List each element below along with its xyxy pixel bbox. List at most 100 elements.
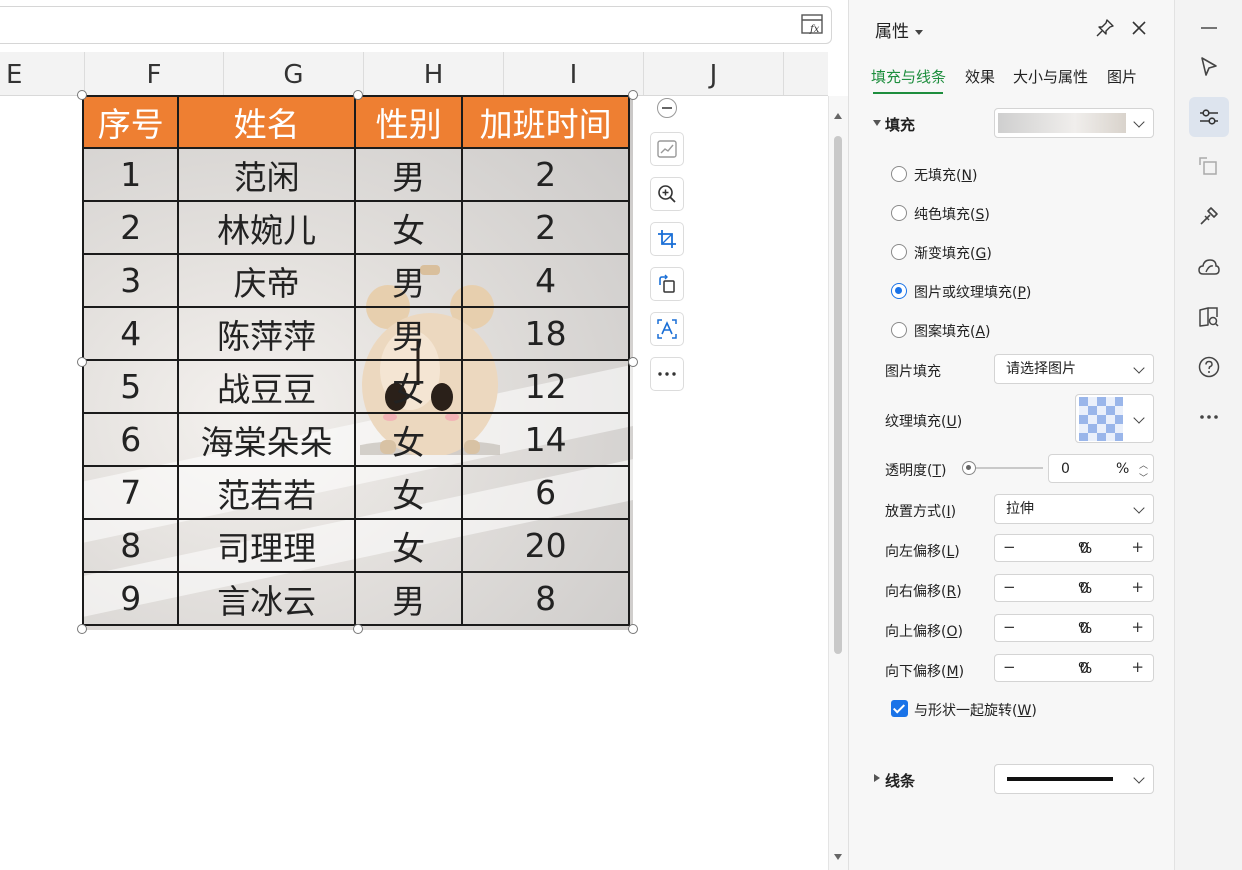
collapse-triangle-icon[interactable] bbox=[873, 120, 881, 126]
radio-label-no-fill[interactable]: 无填充(N) bbox=[914, 165, 977, 185]
table-cell[interactable]: 言冰云 bbox=[177, 571, 356, 626]
radio-solid-fill[interactable] bbox=[891, 205, 907, 221]
table-cell[interactable]: 女 bbox=[353, 359, 464, 414]
column-header-i[interactable]: I bbox=[504, 52, 644, 95]
column-header-g[interactable]: G bbox=[224, 52, 364, 95]
table-cell[interactable]: 男 bbox=[353, 571, 464, 626]
transparency-slider-thumb[interactable] bbox=[962, 461, 976, 475]
minus-icon[interactable]: − bbox=[1003, 538, 1016, 556]
table-cell[interactable]: 7 bbox=[81, 465, 180, 520]
table-shape[interactable]: 序号 姓名 性别 加班时间 1 范闲男 2 2 林婉儿女 2 3 庆帝男 4 4 陈萍萍男 18… bbox=[77, 90, 638, 634]
table-cell[interactable]: 女 bbox=[353, 200, 464, 255]
table-cell[interactable]: 范若若 bbox=[177, 465, 356, 520]
table-cell[interactable]: 庆帝 bbox=[177, 253, 356, 308]
table-cell[interactable]: 8 bbox=[461, 571, 630, 626]
fill-section-title[interactable]: 填充 bbox=[885, 114, 915, 135]
placement-dropdown[interactable]: 拉伸 bbox=[994, 494, 1154, 524]
table-cell[interactable]: 男 bbox=[353, 306, 464, 361]
cloud-icon[interactable] bbox=[1197, 255, 1221, 279]
style-brush-icon[interactable] bbox=[1197, 204, 1221, 228]
offset-right-stepper[interactable]: − 0 % + bbox=[994, 574, 1154, 602]
table-header-cell[interactable]: 姓名 bbox=[177, 95, 356, 149]
rotate-with-shape-label[interactable]: 与形状一起旋转(W) bbox=[914, 700, 1037, 720]
table-cell[interactable]: 4 bbox=[461, 253, 630, 308]
plus-icon[interactable]: + bbox=[1131, 538, 1144, 556]
chart-button[interactable] bbox=[650, 132, 684, 166]
table-cell[interactable]: 9 bbox=[81, 571, 180, 626]
radio-gradient-fill[interactable] bbox=[891, 244, 907, 260]
table-cell[interactable]: 20 bbox=[461, 518, 630, 573]
scroll-up-icon[interactable] bbox=[834, 113, 842, 119]
offset-down-stepper[interactable]: − 0 % + bbox=[994, 654, 1154, 682]
plus-icon[interactable]: + bbox=[1131, 578, 1144, 596]
properties-icon[interactable] bbox=[1197, 105, 1221, 129]
spin-down-icon[interactable]: ﹀ bbox=[1139, 465, 1148, 493]
text-style-button[interactable] bbox=[650, 312, 684, 346]
table-cell[interactable]: 5 bbox=[81, 359, 180, 414]
table-cell[interactable]: 女 bbox=[353, 412, 464, 467]
table-cell[interactable]: 女 bbox=[353, 465, 464, 520]
column-header-h[interactable]: H bbox=[364, 52, 504, 95]
table-cell[interactable]: 3 bbox=[81, 253, 180, 308]
offset-up-stepper[interactable]: − 0 % + bbox=[994, 614, 1154, 642]
tab-size-and-properties[interactable]: 大小与属性 bbox=[1013, 66, 1088, 87]
table-cell[interactable]: 8 bbox=[81, 518, 180, 573]
scroll-thumb[interactable] bbox=[834, 136, 842, 654]
scroll-down-icon[interactable] bbox=[834, 854, 842, 860]
radio-label-picture-texture-fill[interactable]: 图片或纹理填充(P) bbox=[914, 282, 1031, 302]
resize-handle-bottom-left[interactable] bbox=[77, 624, 87, 634]
plus-icon[interactable]: + bbox=[1131, 618, 1144, 636]
table-header-cell[interactable]: 性别 bbox=[353, 95, 464, 149]
transparency-input[interactable]: 0 % ︿ ﹀ bbox=[1048, 454, 1154, 484]
resize-handle-bottom[interactable] bbox=[353, 624, 363, 634]
table-cell[interactable]: 陈萍萍 bbox=[177, 306, 356, 361]
more-icon[interactable] bbox=[1197, 405, 1221, 429]
expand-triangle-icon[interactable] bbox=[874, 774, 880, 782]
column-header-e[interactable]: E bbox=[0, 52, 85, 95]
close-icon[interactable] bbox=[1130, 19, 1148, 37]
line-style-dropdown[interactable] bbox=[994, 764, 1154, 794]
table-cell[interactable]: 12 bbox=[461, 359, 630, 414]
table-cell[interactable]: 18 bbox=[461, 306, 630, 361]
pin-icon[interactable] bbox=[1095, 18, 1115, 38]
table-cell[interactable]: 战豆豆 bbox=[177, 359, 356, 414]
texture-fill-dropdown[interactable] bbox=[1075, 394, 1154, 443]
fx-icon[interactable]: fx bbox=[801, 14, 823, 36]
table-cell[interactable]: 男 bbox=[353, 253, 464, 308]
crop-button[interactable] bbox=[650, 222, 684, 256]
more-button[interactable] bbox=[650, 357, 684, 391]
tab-picture[interactable]: 图片 bbox=[1107, 66, 1137, 87]
resize-handle-left[interactable] bbox=[77, 357, 87, 367]
table-cell[interactable]: 海棠朵朵 bbox=[177, 412, 356, 467]
table-cell[interactable]: 4 bbox=[81, 306, 180, 361]
minus-icon[interactable]: − bbox=[1003, 578, 1016, 596]
column-header-f[interactable]: F bbox=[85, 52, 224, 95]
radio-no-fill[interactable] bbox=[891, 166, 907, 182]
table-cell[interactable]: 6 bbox=[461, 465, 630, 520]
column-header-j[interactable]: J bbox=[644, 52, 784, 95]
panel-title[interactable]: 属性 bbox=[875, 17, 923, 42]
resize-handle-bottom-right[interactable] bbox=[628, 624, 638, 634]
radio-pattern-fill[interactable] bbox=[891, 322, 907, 338]
table-cell[interactable]: 女 bbox=[353, 518, 464, 573]
formula-bar[interactable]: fx bbox=[0, 6, 832, 44]
minus-icon[interactable]: − bbox=[1003, 658, 1016, 676]
rotate-button[interactable] bbox=[650, 267, 684, 301]
zoom-in-button[interactable] bbox=[650, 177, 684, 211]
transform-icon[interactable] bbox=[1197, 155, 1221, 179]
fill-preview-dropdown[interactable] bbox=[994, 108, 1154, 138]
collapse-icon[interactable] bbox=[657, 98, 677, 118]
picture-fill-dropdown[interactable]: 请选择图片 bbox=[994, 354, 1154, 384]
table-cell[interactable]: 林婉儿 bbox=[177, 200, 356, 255]
rotate-with-shape-checkbox[interactable] bbox=[891, 700, 908, 717]
line-section-title[interactable]: 线条 bbox=[885, 770, 915, 791]
vertical-scrollbar[interactable] bbox=[828, 96, 849, 870]
table-cell[interactable]: 男 bbox=[353, 147, 464, 202]
table-cell[interactable]: 14 bbox=[461, 412, 630, 467]
resize-handle-right[interactable] bbox=[628, 357, 638, 367]
tab-effects[interactable]: 效果 bbox=[965, 66, 995, 87]
plus-icon[interactable]: + bbox=[1131, 658, 1144, 676]
table-cell[interactable]: 6 bbox=[81, 412, 180, 467]
smart-book-icon[interactable] bbox=[1197, 305, 1221, 329]
resize-handle-top[interactable] bbox=[353, 90, 363, 100]
